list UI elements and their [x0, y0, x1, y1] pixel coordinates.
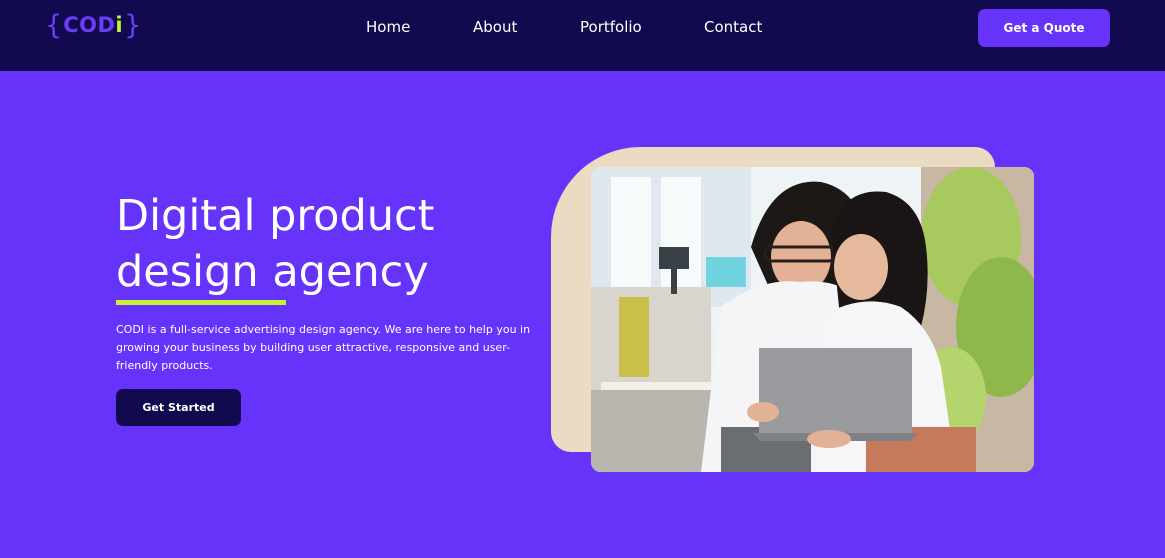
get-started-button[interactable]: Get Started	[116, 389, 241, 426]
photo-two-women-laptop-icon	[591, 167, 1034, 472]
logo-close-brace: }	[124, 9, 142, 41]
nav-link-about[interactable]: About	[473, 18, 517, 36]
hero-title-line-1: Digital product	[116, 191, 435, 241]
logo-open-brace: {	[45, 9, 63, 41]
hero-title: Digital product design agency	[116, 188, 435, 300]
nav-link-portfolio[interactable]: Portfolio	[580, 18, 642, 36]
hero-description: CODI is a full-service advertising desig…	[116, 323, 531, 372]
logo-wordmark: CODi	[63, 13, 123, 37]
hero-photo	[591, 167, 1034, 472]
logo[interactable]: { CODi }	[45, 9, 141, 41]
nav-link-home[interactable]: Home	[366, 18, 410, 36]
logo-text: COD	[63, 13, 116, 37]
title-underline-accent	[116, 300, 286, 305]
hero-title-line-2: design agency	[116, 247, 429, 297]
navbar: { CODi } Home About Portfolio Contact Ge…	[0, 0, 1165, 71]
get-a-quote-button[interactable]: Get a Quote	[978, 9, 1110, 47]
nav-link-contact[interactable]: Contact	[704, 18, 762, 36]
logo-accent-letter: i	[115, 13, 124, 37]
